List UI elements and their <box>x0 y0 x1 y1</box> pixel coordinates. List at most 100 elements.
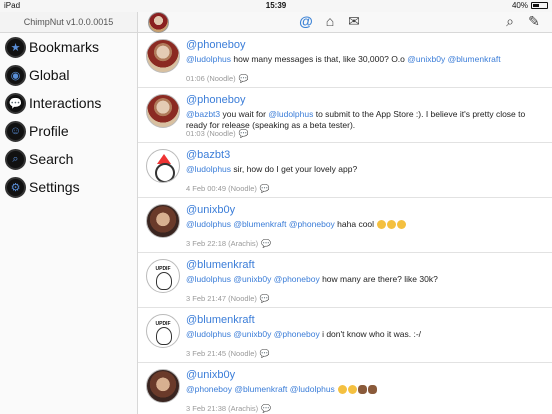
sidebar-item-label: Global <box>29 67 70 83</box>
sidebar-item-profile[interactable]: ☺ Profile <box>0 117 137 145</box>
profile-icon: ☺ <box>5 120 26 142</box>
mention-link[interactable]: @unixb0y <box>233 329 271 339</box>
mention-link[interactable]: @phoneboy <box>274 329 320 339</box>
mentions-icon[interactable]: @ <box>298 13 314 29</box>
reply-icon[interactable]: 💬 <box>261 239 271 248</box>
post-text: @phoneboy @blumenkraft @ludolphus <box>186 384 542 395</box>
post-row[interactable]: @phoneboy @ludolphus how many messages is… <box>138 33 552 88</box>
mention-link[interactable]: @phoneboy <box>289 219 335 229</box>
sidebar-item-search[interactable]: ⌕ Search <box>0 145 137 173</box>
mentions-feed[interactable]: @phoneboy @ludolphus how many messages is… <box>138 33 552 414</box>
sidebar-item-interactions[interactable]: 💬 Interactions <box>0 89 137 117</box>
timeline-switcher: @ ⌂ ✉ <box>298 13 362 30</box>
speech-bubble-icon: 💬 <box>5 92 26 114</box>
user-avatar[interactable] <box>146 314 180 348</box>
post-text-segment: sir, how do I get your lovely app? <box>231 164 358 174</box>
mention-link[interactable]: @blumenkraft <box>233 219 286 229</box>
post-username[interactable]: @phoneboy <box>186 94 246 106</box>
post-username[interactable]: @unixb0y <box>186 369 235 381</box>
compose-icon[interactable]: ✎ <box>526 13 542 29</box>
post-timestamp: 3 Feb 21:38 (Arachis) <box>186 404 259 413</box>
mention-link[interactable]: @unixb0y <box>407 54 445 64</box>
mention-link[interactable]: @phoneboy <box>274 274 320 284</box>
monkey-emoji-icon <box>368 385 378 395</box>
reply-icon[interactable]: 💬 <box>260 184 270 193</box>
post-meta: 3 Feb 22:18 (Arachis) 💬 <box>186 239 271 248</box>
post-username[interactable]: @blumenkraft <box>186 259 255 271</box>
account-avatar[interactable] <box>148 12 169 33</box>
post-row[interactable]: @unixb0y @ludolphus @blumenkraft @phonebo… <box>138 198 552 253</box>
reply-icon[interactable]: 💬 <box>239 129 249 138</box>
mention-link[interactable]: @ludolphus <box>186 219 231 229</box>
mention-link[interactable]: @ludolphus <box>186 329 231 339</box>
post-username[interactable]: @phoneboy <box>186 39 246 51</box>
post-row[interactable]: @unixb0y @phoneboy @blumenkraft @ludolphu… <box>138 363 552 414</box>
post-text: @ludolphus @unixb0y @phoneboy how many a… <box>186 274 542 285</box>
sidebar-item-label: Profile <box>29 123 69 139</box>
post-row[interactable]: @phoneboy @bazbt3 you wait for @ludolphus… <box>138 88 552 143</box>
post-username[interactable]: @unixb0y <box>186 204 235 216</box>
post-timestamp: 4 Feb 00:49 (Noodle) <box>186 184 257 193</box>
post-row[interactable]: @bazbt3 @ludolphus sir, how do I get your… <box>138 143 552 198</box>
globe-icon: ◉ <box>5 64 26 86</box>
smiley-emoji-icon <box>348 385 358 395</box>
home-icon[interactable]: ⌂ <box>322 13 338 29</box>
reply-icon[interactable]: 💬 <box>260 349 270 358</box>
reply-icon[interactable]: 💬 <box>261 404 271 413</box>
post-text: @ludolphus @blumenkraft @phoneboy haha c… <box>186 219 542 230</box>
star-icon: ★ <box>5 36 26 58</box>
post-text-segment: haha cool <box>334 219 377 229</box>
mention-link[interactable]: @ludolphus <box>186 164 231 174</box>
post-row[interactable]: @blumenkraft @ludolphus @unixb0y @phonebo… <box>138 308 552 363</box>
post-text-segment: i don't know who it was. :-/ <box>319 329 422 339</box>
mention-link[interactable]: @blumenkraft <box>234 384 287 394</box>
mention-link[interactable]: @blumenkraft <box>448 54 501 64</box>
post-text: @ludolphus how many messages is that, li… <box>186 54 542 65</box>
sidebar-item-global[interactable]: ◉ Global <box>0 61 137 89</box>
mention-link[interactable]: @ludolphus <box>268 109 313 119</box>
toolbar-actions: ⌕ ✎ <box>502 13 542 29</box>
post-meta: 3 Feb 21:38 (Arachis) 💬 <box>186 404 271 413</box>
user-avatar[interactable] <box>146 259 180 293</box>
app-title: ChimpNut v1.0.0.0015 <box>0 12 137 33</box>
smiley-emoji-icon <box>397 220 407 230</box>
battery-percent: 40% <box>511 1 528 10</box>
search-icon[interactable]: ⌕ <box>502 13 518 29</box>
mention-link[interactable]: @ludolphus <box>186 274 231 284</box>
search-icon: ⌕ <box>5 148 26 170</box>
mention-link[interactable]: @unixb0y <box>233 274 271 284</box>
reply-icon[interactable]: 💬 <box>239 74 249 83</box>
battery-status: 40% <box>512 1 548 10</box>
post-timestamp: 3 Feb 22:18 (Arachis) <box>186 239 259 248</box>
post-meta: 4 Feb 00:49 (Noodle) 💬 <box>186 184 270 193</box>
user-avatar[interactable] <box>146 369 180 403</box>
sidebar-item-label: Settings <box>29 179 80 195</box>
mention-link[interactable]: @phoneboy <box>186 384 232 394</box>
mention-link[interactable]: @ludolphus <box>186 54 231 64</box>
mention-link[interactable]: @ludolphus <box>290 384 335 394</box>
post-username[interactable]: @blumenkraft <box>186 314 255 326</box>
post-username[interactable]: @bazbt3 <box>186 149 230 161</box>
mention-link[interactable]: @bazbt3 <box>186 109 220 119</box>
post-timestamp: 01:03 (Noodle) <box>186 129 236 138</box>
user-avatar[interactable] <box>146 94 180 128</box>
post-meta: 01:03 (Noodle) 💬 <box>186 129 249 138</box>
monkey-emoji-icon <box>358 385 368 395</box>
sidebar-item-label: Interactions <box>29 95 102 111</box>
sidebar-item-settings[interactable]: ⚙ Settings <box>0 173 137 201</box>
sidebar-item-bookmarks[interactable]: ★ Bookmarks <box>0 33 137 61</box>
post-text-segment: you wait for <box>220 109 269 119</box>
mail-icon[interactable]: ✉ <box>346 13 362 29</box>
sidebar: ChimpNut v1.0.0.0015 ★ Bookmarks ◉ Global 💬 I… <box>0 12 138 414</box>
battery-icon <box>531 2 548 9</box>
top-toolbar: @ ⌂ ✉ ⌕ ✎ <box>138 12 552 33</box>
post-timestamp: 01:06 (Noodle) <box>186 74 236 83</box>
user-avatar[interactable] <box>146 149 180 183</box>
post-text-segment: how many are there? like 30k? <box>319 274 438 284</box>
reply-icon[interactable]: 💬 <box>260 294 270 303</box>
post-text: @ludolphus sir, how do I get your lovely… <box>186 164 542 175</box>
post-row[interactable]: @blumenkraft @ludolphus @unixb0y @phonebo… <box>138 253 552 308</box>
user-avatar[interactable] <box>146 39 180 73</box>
user-avatar[interactable] <box>146 204 180 238</box>
smiley-emoji-icon <box>377 220 387 230</box>
